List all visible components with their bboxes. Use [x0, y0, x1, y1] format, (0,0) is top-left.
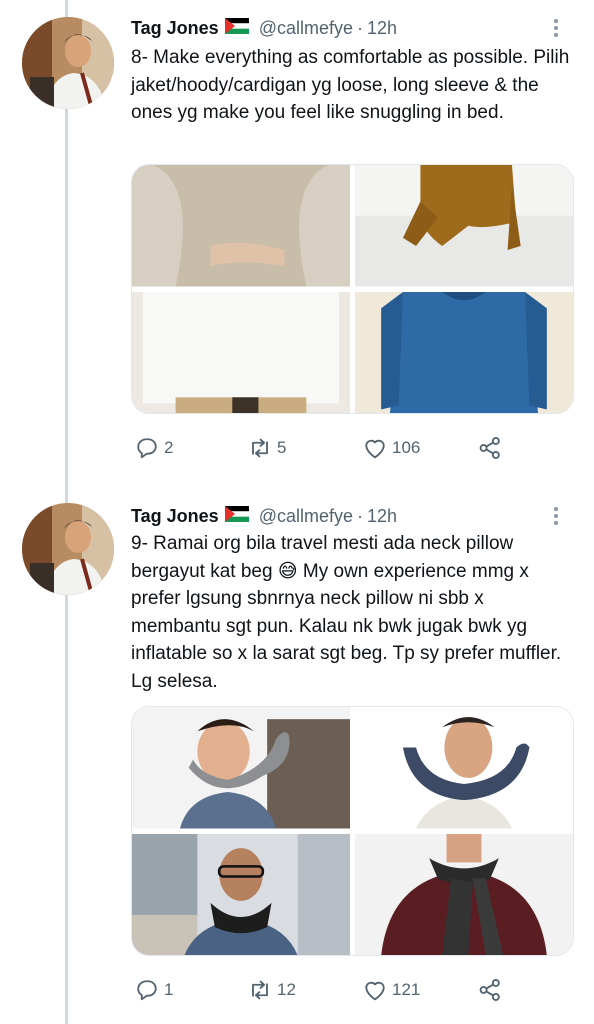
tweet[interactable]: Tag Jones @callmefye · 12h 9- Ramai org …	[0, 490, 594, 1024]
author-handle[interactable]: @callmefye	[259, 506, 353, 527]
reply-count: 2	[164, 438, 174, 457]
like-count: 121	[392, 980, 421, 999]
media-image-white-shirt[interactable]	[132, 291, 350, 413]
like-button[interactable]: 106	[361, 433, 420, 463]
media-image-dark-scarf[interactable]	[355, 833, 573, 955]
heart-icon	[365, 439, 385, 459]
more-options-icon[interactable]	[546, 503, 566, 529]
share-button[interactable]	[476, 433, 504, 463]
tweet-header: Tag Jones @callmefye · 12h	[131, 15, 564, 41]
media-image-navy-neck-pillow[interactable]	[355, 707, 573, 829]
retweet-button[interactable]: 12	[246, 975, 296, 1005]
reply-count: 1	[164, 980, 174, 999]
tweet-actions: 2 5 106	[131, 433, 531, 463]
retweet-icon	[252, 438, 268, 458]
author-name[interactable]: Tag Jones	[131, 506, 219, 527]
media-grid	[131, 164, 574, 414]
tweet[interactable]: Tag Jones @callmefye · 12h 8- Make every…	[0, 0, 594, 490]
author-handle[interactable]: @callmefye	[259, 18, 353, 39]
separator-dot: ·	[357, 17, 364, 38]
share-button[interactable]	[476, 975, 504, 1005]
more-options-icon[interactable]	[546, 15, 566, 41]
separator-dot: ·	[357, 505, 364, 526]
author-name[interactable]: Tag Jones	[131, 18, 219, 39]
like-button[interactable]: 121	[361, 975, 420, 1005]
retweet-button[interactable]: 5	[246, 433, 286, 463]
tweet-text: 9- Ramai org bila travel mesti ada neck …	[131, 533, 562, 692]
share-icon	[479, 979, 500, 1001]
retweet-count: 5	[277, 438, 287, 457]
reply-button[interactable]: 1	[133, 975, 173, 1005]
avatar[interactable]	[22, 503, 114, 595]
reply-icon	[137, 438, 157, 459]
tweet-header: Tag Jones @callmefye · 12h	[131, 503, 564, 529]
tweet-time[interactable]: 12h	[367, 506, 397, 527]
heart-icon	[365, 981, 385, 1001]
tweet-actions: 1 12 121	[131, 975, 531, 1005]
media-grid	[131, 706, 574, 956]
like-count: 106	[392, 438, 421, 457]
palestine-flag-icon	[224, 505, 249, 527]
retweet-icon	[252, 980, 268, 1000]
media-image-black-scarf-man[interactable]	[132, 833, 350, 955]
reply-icon	[137, 980, 157, 1001]
retweet-count: 12	[277, 980, 296, 999]
tweet-time[interactable]: 12h	[367, 18, 397, 39]
reply-button[interactable]: 2	[133, 433, 173, 463]
media-image-blue-top[interactable]	[355, 291, 573, 413]
share-icon	[479, 437, 500, 459]
media-image-grey-neck-pillow[interactable]	[132, 707, 350, 829]
palestine-flag-icon	[224, 17, 249, 39]
media-image-mustard-sweater[interactable]	[355, 165, 573, 287]
avatar[interactable]	[22, 17, 114, 109]
tweet-text: 8- Make everything as comfortable as pos…	[131, 47, 570, 123]
media-image-beige-sweater[interactable]	[132, 165, 350, 287]
